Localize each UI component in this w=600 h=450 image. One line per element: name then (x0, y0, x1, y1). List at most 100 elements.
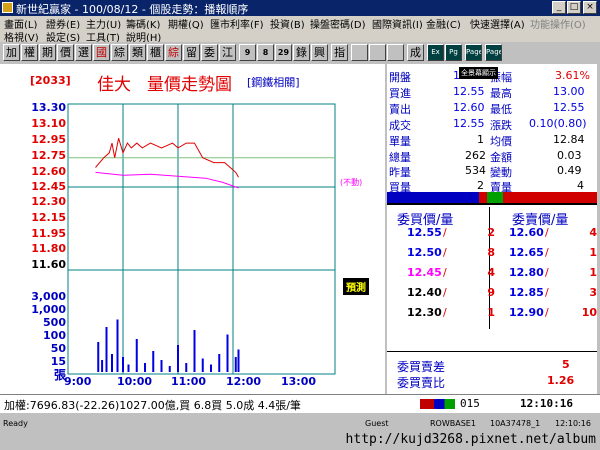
tb-select-button[interactable]: 選 (75, 44, 92, 61)
tb-chart-icon[interactable] (351, 44, 368, 61)
tb-keep-button[interactable]: 留 (183, 44, 200, 61)
window-title: 新世紀贏家 - 100/08/12 - 個股走勢：播報順序 (16, 3, 249, 16)
volume-bar-5 (122, 357, 124, 372)
bid-price-4[interactable]: 12.30 (407, 306, 442, 319)
tb-river-button[interactable]: 江 (219, 44, 236, 61)
tb-otc-button[interactable]: 櫃 (147, 44, 164, 61)
ask-price-4[interactable]: 12.90 (509, 306, 544, 319)
vol-tick-1: 1,000 (31, 303, 66, 316)
volume-bar-20 (237, 349, 240, 372)
total-label: 總量 (389, 151, 411, 164)
change-label: 變動 (490, 166, 512, 179)
app-icon (2, 2, 13, 13)
ytick-3: 12.75 (31, 149, 66, 162)
bid-qty-4: 1 (487, 306, 495, 319)
status-session: 10A37478_1 (490, 419, 541, 428)
tb-8-button[interactable]: 8 (257, 44, 274, 61)
ask-price-1[interactable]: 12.65 (509, 246, 544, 259)
vol-tick-2: 500 (43, 316, 66, 329)
ask-price-2[interactable]: 12.80 (509, 266, 544, 279)
amount-value: 0.03 (557, 149, 582, 162)
xtick-0: 9:00 (64, 375, 92, 388)
xtick-4: 13:00 (281, 375, 317, 388)
watermark-bar: http://kujd3268.pixnet.net/album (0, 430, 600, 450)
ytick-7: 12.15 (31, 211, 66, 224)
predict-button[interactable]: 預測 (343, 278, 369, 295)
volume-bar-19 (234, 357, 237, 372)
tb-futures-button[interactable]: 期 (39, 44, 56, 61)
tb-grid-icon[interactable] (369, 44, 386, 61)
tb-ex-button[interactable]: Ex (427, 44, 444, 61)
tb-indicator-button[interactable]: 指 (331, 44, 348, 61)
close-button[interactable]: × (583, 1, 597, 14)
buyvol-value: 2 (477, 179, 484, 192)
ytick-10: 11.60 (31, 258, 66, 271)
volume-bar-14 (193, 330, 196, 372)
tb-summary-button[interactable]: 綜 (111, 44, 128, 61)
bid-value: 12.55 (453, 85, 485, 98)
tb-record-button[interactable]: 錄 (293, 44, 310, 61)
plot-frame (67, 103, 336, 375)
ask-slash-1: / (545, 246, 549, 259)
unit-label: 單量 (389, 135, 411, 148)
status-bar: Ready Guest ROWBASE1 10A37478_1 12:10:16 (0, 418, 600, 430)
bid-slash-4: / (443, 306, 447, 319)
bid-qty-0: 2 (487, 226, 495, 239)
toolbar: 加 權 期 價 選 國 綜 類 櫃 綜 留 委 江 9 8 29 錄 興 指 成… (0, 42, 600, 64)
ytick-6: 12.30 (31, 195, 66, 208)
range-value: 3.61% (555, 69, 590, 82)
chg-label: 漲跌 (490, 119, 512, 132)
tb-9-button[interactable]: 9 (239, 44, 256, 61)
tb-pg-button[interactable]: Pg (445, 44, 462, 61)
bid-price-3[interactable]: 12.40 (407, 286, 442, 299)
ask-price-3[interactable]: 12.85 (509, 286, 544, 299)
bid-slash-1: / (443, 246, 447, 259)
clock: 12:10:16 (520, 397, 573, 410)
ask-qty-4: 10 (581, 306, 597, 319)
bid-qty-1: 8 (487, 246, 495, 259)
volume-bar-18 (226, 334, 229, 372)
tb-price-button[interactable]: 價 (57, 44, 74, 61)
tb-summary2-button[interactable]: 綜 (165, 44, 182, 61)
tb-table-icon[interactable] (387, 44, 404, 61)
bid-price-2[interactable]: 12.45 (407, 266, 442, 279)
ytick-1: 13.10 (31, 117, 66, 130)
minimize-button[interactable]: _ (552, 1, 566, 14)
volume-bar-0 (97, 342, 100, 372)
tb-index-button[interactable]: 加 (3, 44, 20, 61)
tb-complete-button[interactable]: 成 (407, 44, 424, 61)
tb-country-button[interactable]: 國 (93, 44, 110, 61)
tb-weight-button[interactable]: 權 (21, 44, 38, 61)
xtick-3: 12:00 (226, 375, 262, 388)
ask-slash-0: / (545, 226, 549, 239)
ask-slash-3: / (545, 286, 549, 299)
bid-price-1[interactable]: 12.50 (407, 246, 442, 259)
volume-bar-9 (152, 351, 155, 372)
ref-label: (不動) (340, 178, 363, 187)
diff-value: 5 (562, 358, 570, 371)
bid-price-0[interactable]: 12.55 (407, 226, 442, 239)
tb-page-up-button[interactable]: Page (465, 44, 482, 61)
series-line-1 (95, 171, 239, 189)
tb-rise-button[interactable]: 興 (311, 44, 328, 61)
avg-value: 12.84 (553, 133, 585, 146)
maximize-button[interactable]: □ (567, 1, 581, 14)
page-number[interactable]: 015 (460, 397, 480, 410)
index-ticker-text: 加權:7696.83(-22.26)1027.00億,買 6.8買 5.0成 4… (4, 399, 301, 412)
tb-page-down-button[interactable]: Page (485, 44, 502, 61)
index-ticker: 加權:7696.83(-22.26)1027.00億,買 6.8買 5.0成 4… (0, 394, 600, 413)
tb-29-button[interactable]: 29 (275, 44, 292, 61)
vol-tick-4: 50 (50, 342, 66, 355)
tb-order-button[interactable]: 委 (201, 44, 218, 61)
fullscreen-tooltip: 全景幕顯示 (459, 67, 498, 79)
yest-label: 昨量 (389, 166, 411, 179)
bid-qty-3: 9 (487, 286, 495, 299)
ask-price-0[interactable]: 12.60 (509, 226, 544, 239)
xtick-1: 10:00 (117, 375, 153, 388)
ask-slash-2: / (545, 266, 549, 279)
bid-label: 買進 (389, 87, 411, 100)
volume-bar-8 (144, 363, 146, 372)
bid-slash-3: / (443, 286, 447, 299)
ytick-2: 12.95 (31, 133, 66, 146)
tb-category-button[interactable]: 類 (129, 44, 146, 61)
